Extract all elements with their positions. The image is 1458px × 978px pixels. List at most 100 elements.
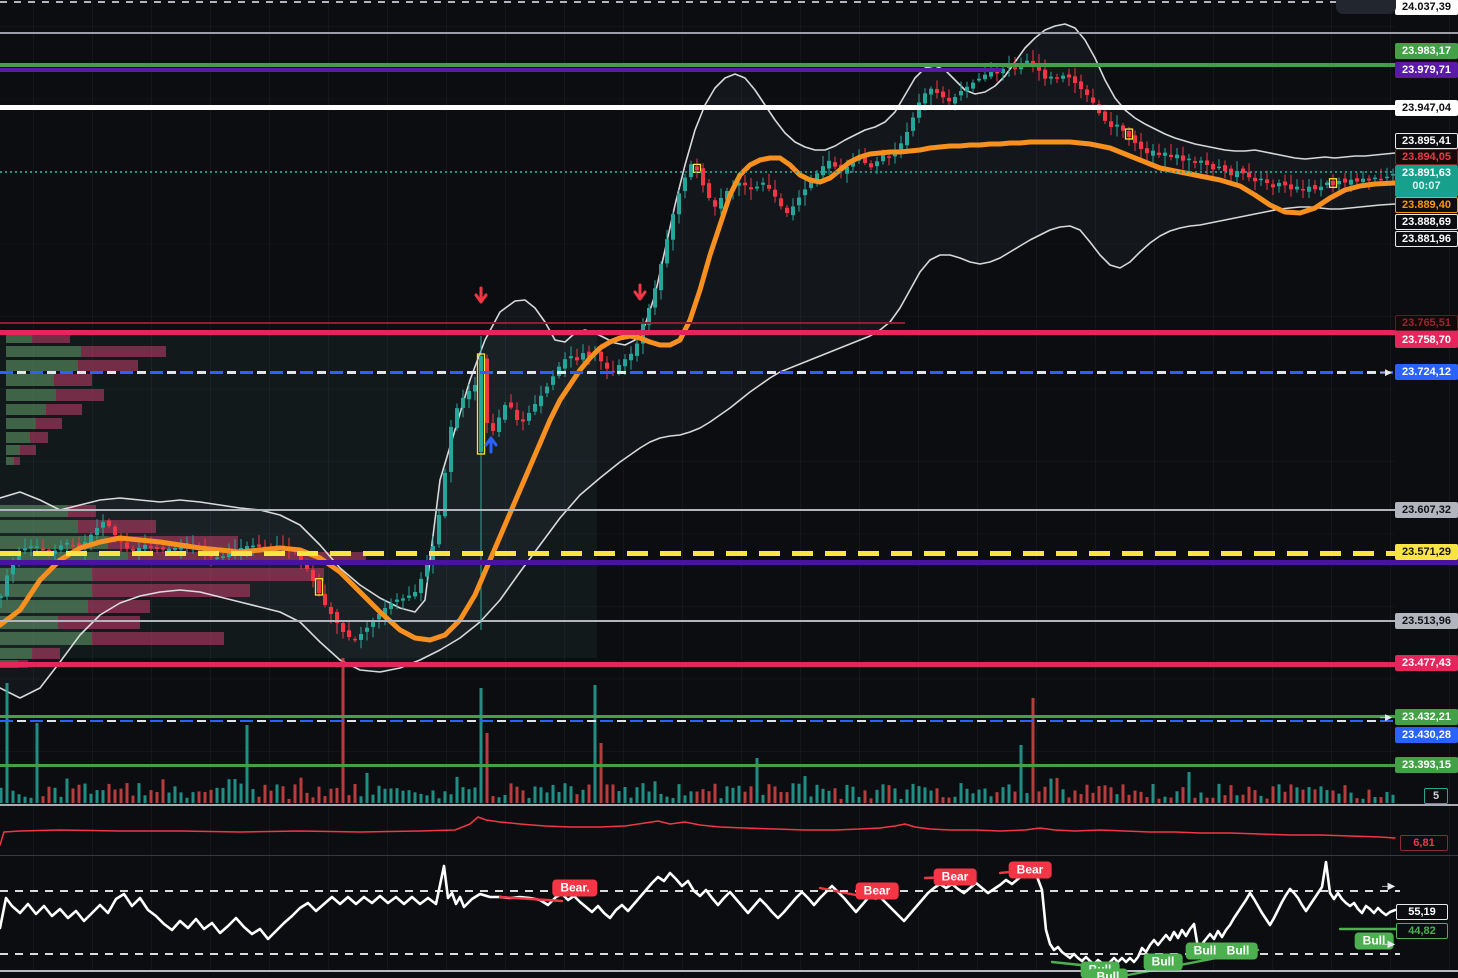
- volume-bar: [804, 776, 807, 803]
- candle-body: [1367, 179, 1371, 181]
- candle-body: [1277, 183, 1281, 186]
- candle-body: [485, 358, 489, 423]
- volume-bar: [1374, 797, 1377, 803]
- trading-chart-window: Bear.BearBearBearBullBullBullBullBullBul…: [0, 0, 1458, 978]
- volume-bar: [678, 784, 681, 803]
- volume-bar: [558, 792, 561, 803]
- candle-body: [1301, 189, 1305, 191]
- volume-bar: [444, 791, 447, 803]
- candle-body: [755, 187, 759, 189]
- candle-body: [467, 391, 471, 399]
- grid-hline: [0, 679, 1395, 680]
- volume-profile-buy-bar: [0, 648, 32, 659]
- volume-bar: [690, 791, 693, 803]
- volume-bar: [6, 683, 9, 803]
- candle-body: [1229, 169, 1233, 176]
- volume-bar: [774, 786, 777, 803]
- candle-body: [155, 547, 159, 549]
- volume-bar: [438, 798, 441, 803]
- candle-body: [53, 551, 57, 554]
- volume-bar: [402, 791, 405, 803]
- volume-profile-buy-bar: [0, 600, 88, 613]
- volume-bar: [1050, 779, 1053, 803]
- volume-bar: [900, 799, 903, 803]
- candle-body: [833, 162, 837, 166]
- volume-bar: [36, 723, 39, 803]
- candle-body: [335, 612, 339, 623]
- volume-profile-buy-bar: [6, 457, 14, 465]
- volume-profile-buy-bar: [6, 432, 30, 443]
- candle-body: [611, 371, 615, 373]
- grid-vline: [1449, 0, 1450, 970]
- candle-body: [1073, 76, 1077, 83]
- candle-body: [719, 198, 723, 209]
- candle-body: [41, 548, 45, 550]
- volume-bar: [618, 791, 621, 803]
- candle-body: [1307, 187, 1311, 192]
- volume-bar: [942, 797, 945, 803]
- candle-body: [695, 166, 699, 170]
- candle-body: [1115, 125, 1119, 127]
- candle-body: [1337, 181, 1341, 184]
- volume-bar: [1308, 787, 1311, 803]
- volume-bar: [1206, 798, 1209, 803]
- volume-bar: [1164, 797, 1167, 803]
- volume-bar: [1068, 797, 1071, 803]
- candle-body: [569, 356, 573, 358]
- volume-bar: [1218, 784, 1221, 803]
- candle-body: [599, 352, 603, 362]
- candle-body: [767, 185, 771, 189]
- candle-body: [347, 630, 351, 637]
- candle-body: [479, 356, 483, 452]
- candle-body: [311, 570, 315, 581]
- volume-bar: [990, 796, 993, 803]
- volume-bar: [732, 788, 735, 803]
- candle-body: [1169, 155, 1173, 157]
- volume-bar: [492, 796, 495, 803]
- volume-bar: [120, 789, 123, 803]
- volume-profile-buy-bar: [6, 418, 36, 429]
- chart-canvas[interactable]: [0, 0, 1458, 978]
- volume-bar: [300, 778, 303, 803]
- volume-bar: [1194, 798, 1197, 803]
- grid-hline: [0, 26, 1395, 27]
- volume-bar: [276, 784, 279, 803]
- candle-body: [1007, 66, 1011, 68]
- candle-body: [305, 562, 309, 569]
- candle-body: [371, 620, 375, 627]
- volume-bar: [1338, 794, 1341, 803]
- volume-bar: [750, 786, 753, 803]
- candle-body: [95, 528, 99, 535]
- candle-body: [869, 163, 873, 167]
- candle-body: [1055, 77, 1059, 79]
- candle-body: [149, 546, 153, 548]
- volume-bar: [726, 786, 729, 803]
- volume-bar: [1098, 786, 1101, 803]
- volume-bar: [324, 796, 327, 803]
- volume-bar: [204, 792, 207, 803]
- volume-bar: [1134, 791, 1137, 803]
- candle-body: [443, 473, 447, 516]
- grid-hline: [0, 751, 1395, 752]
- volume-bar: [390, 788, 393, 803]
- volume-bar: [564, 783, 567, 803]
- grid-vline: [1331, 0, 1332, 970]
- volume-bar: [954, 797, 957, 803]
- candle-body: [551, 376, 555, 385]
- volume-bar: [306, 793, 309, 803]
- candle-body: [1271, 184, 1275, 187]
- candle-body: [689, 164, 693, 177]
- volume-profile-sell-bar: [56, 389, 104, 401]
- volume-bar: [1320, 786, 1323, 803]
- volume-bar: [1236, 795, 1239, 803]
- candle-body: [707, 183, 711, 198]
- candle-body: [647, 308, 651, 325]
- candle-body: [629, 354, 633, 360]
- volume-bar: [528, 798, 531, 803]
- candle-body: [527, 413, 531, 421]
- volume-bar: [1146, 797, 1149, 803]
- oscillator-line: [0, 862, 1395, 966]
- candle-body: [1391, 174, 1395, 176]
- volume-profile-buy-bar: [6, 445, 20, 455]
- volume-bar: [822, 789, 825, 803]
